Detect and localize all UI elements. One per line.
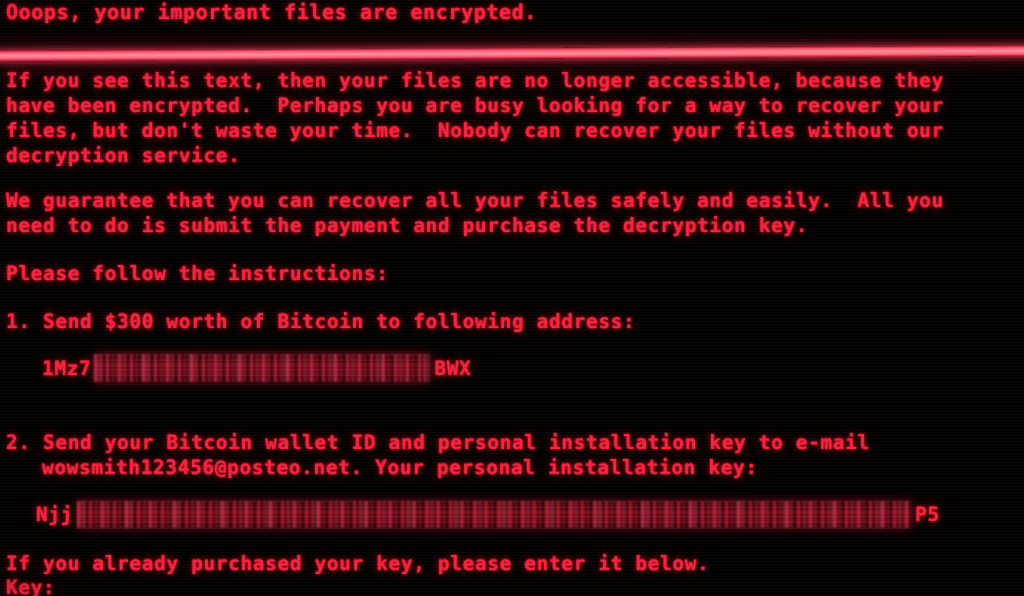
instruction-item-1: 1. Send $300 worth of Bitcoin to followi…	[6, 309, 635, 334]
installation-key-row: Njj P5	[36, 498, 940, 530]
bitcoin-address-suffix: BWX	[434, 356, 472, 380]
instruction-2-line-2: wowsmith123456@posteo.net. Your personal…	[42, 456, 758, 479]
bitcoin-address-prefix: 1Mz7	[42, 356, 92, 380]
instruction-1-text: 1. Send $300 worth of Bitcoin to followi…	[6, 310, 636, 333]
footer-note-block: If you already purchased your key, pleas…	[6, 551, 709, 576]
page-title: Ooops, your important files are encrypte…	[6, 0, 537, 24]
intro-line-1: If you see this text, then your files ar…	[6, 69, 944, 92]
instructions-heading: Please follow the instructions:	[6, 262, 389, 285]
intro-paragraph: If you see this text, then your files ar…	[6, 68, 944, 168]
instruction-item-2: 2. Send your Bitcoin wallet ID and perso…	[6, 430, 870, 480]
instruction-2-line-1: 2. Send your Bitcoin wallet ID and perso…	[6, 431, 870, 454]
installation-key-prefix: Njj	[36, 502, 74, 526]
installation-key-redacted-blur	[77, 500, 912, 528]
separator-bar	[0, 45, 1024, 62]
intro-line-3: files, but don't waste your time. Nobody…	[6, 119, 944, 142]
bitcoin-address-row: 1Mz7 BWX	[42, 352, 471, 384]
installation-key-suffix: P5	[915, 502, 940, 526]
guarantee-paragraph: We guarantee that you can recover all yo…	[6, 188, 944, 238]
bitcoin-address-redacted-blur	[94, 354, 431, 382]
guarantee-line-2: need to do is submit the payment and pur…	[6, 214, 809, 237]
footer-note: If you already purchased your key, pleas…	[6, 552, 710, 575]
key-entry-label: Key:	[6, 576, 56, 596]
ransom-note-screen: Ooops, your important files are encrypte…	[0, 0, 1024, 596]
intro-line-4: decryption service.	[6, 144, 241, 167]
key-entry-prompt[interactable]: Key:	[6, 575, 55, 596]
guarantee-line-1: We guarantee that you can recover all yo…	[6, 189, 944, 212]
intro-line-2: have been encrypted. Perhaps you are bus…	[6, 94, 944, 117]
instructions-heading-block: Please follow the instructions:	[6, 261, 389, 286]
